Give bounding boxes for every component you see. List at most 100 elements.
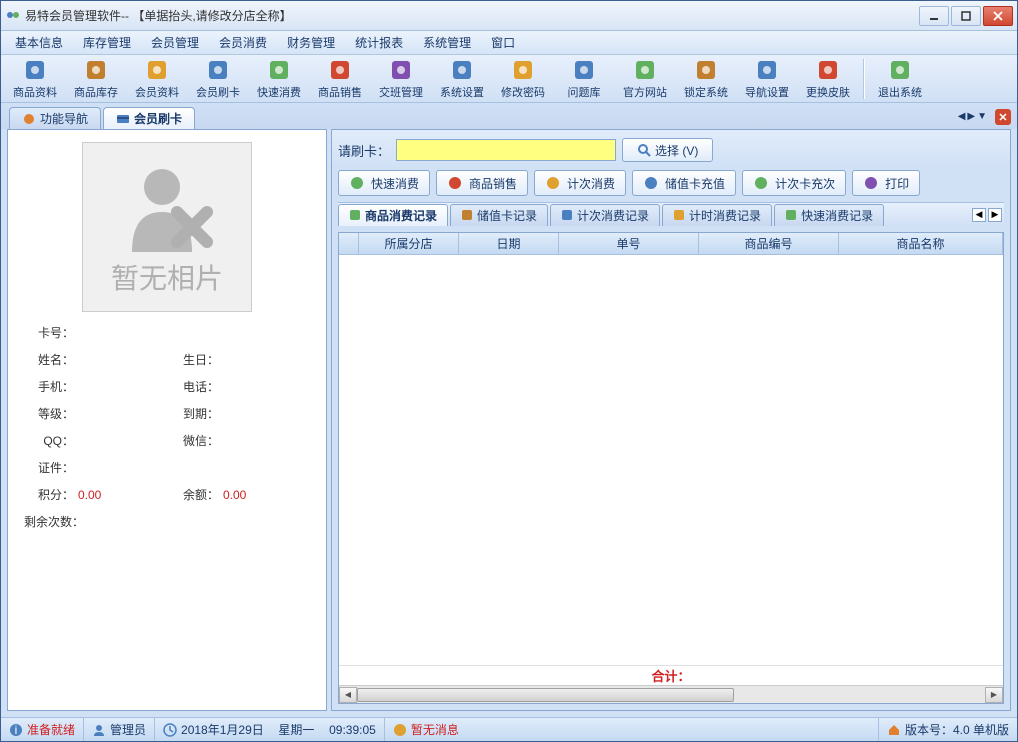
toolbar-fast-consume-icon	[267, 58, 291, 82]
status-user: 管理员	[84, 718, 155, 741]
tab-next[interactable]: ▶	[967, 111, 975, 122]
toolbar: 商品资料商品库存会员资料会员刷卡快速消费商品销售 交班管理系统设置修改密码问题库官…	[1, 55, 1017, 103]
close-button[interactable]	[983, 6, 1013, 26]
toolbar-member-info[interactable]: 会员资料	[127, 57, 187, 101]
swipe-card-input[interactable]	[396, 139, 616, 161]
menu-finance[interactable]: 财务管理	[277, 31, 345, 54]
toolbar-member-swipe[interactable]: 会员刷卡	[188, 57, 248, 101]
menu-member[interactable]: 会员管理	[141, 31, 209, 54]
label-birthday: 生日：	[169, 351, 219, 368]
tab-member-swipe[interactable]: 会员刷卡	[103, 107, 195, 129]
label-wechat: 微信：	[169, 432, 219, 449]
record-tab-0[interactable]: 商品消费记录	[338, 204, 448, 226]
btn-goods-sale-icon	[447, 175, 463, 191]
toolbar-goods-info[interactable]: 商品资料	[5, 57, 65, 101]
member-photo: 暂无相片	[82, 142, 252, 312]
th-selector[interactable]	[339, 233, 359, 254]
btn-add-count[interactable]: 计次卡充次	[742, 170, 846, 196]
user-icon	[92, 723, 106, 737]
nav-icon	[22, 112, 36, 126]
val-phone	[223, 380, 310, 394]
menu-stock[interactable]: 库存管理	[73, 31, 141, 54]
menu-window[interactable]: 窗口	[481, 31, 525, 54]
card-icon	[116, 112, 130, 126]
toolbar-member-info-label: 会员资料	[135, 84, 179, 100]
btn-count-consume[interactable]: 计次消费	[534, 170, 626, 196]
record-tab-0-label: 商品消费记录	[365, 207, 437, 224]
toolbar-nav-settings[interactable]: 导航设置	[737, 57, 797, 101]
tab-dropdown[interactable]: ▼	[977, 111, 987, 122]
maximize-button[interactable]	[951, 6, 981, 26]
th-goods-code[interactable]: 商品编号	[699, 233, 839, 254]
select-member-button[interactable]: 选择 (V)	[622, 138, 713, 162]
toolbar-exit-icon	[888, 58, 912, 82]
toolbar-separator	[863, 59, 865, 99]
btn-recharge[interactable]: 储值卡充值	[632, 170, 736, 196]
action-buttons-row: 快速消费商品销售计次消费储值卡充值 计次卡充次 打印	[338, 170, 1004, 196]
record-tab-2[interactable]: 计次消费记录	[550, 204, 660, 226]
btn-fast-consume[interactable]: 快速消费	[338, 170, 430, 196]
val-card-no	[78, 326, 165, 340]
th-date[interactable]: 日期	[459, 233, 559, 254]
btn-goods-sale[interactable]: 商品销售	[436, 170, 528, 196]
rec-tab-prev[interactable]: ◀	[972, 208, 986, 222]
record-tab-2-label: 计次消费记录	[577, 207, 649, 224]
toolbar-goods-stock-icon	[84, 58, 108, 82]
toolbar-lock-label: 锁定系统	[684, 84, 728, 100]
horizontal-scrollbar[interactable]: ◀ ▶	[339, 685, 1003, 703]
toolbar-member-info-icon	[145, 58, 169, 82]
menu-basic-info[interactable]: 基本信息	[5, 31, 73, 54]
btn-print[interactable]: 打印	[852, 170, 920, 196]
toolbar-faq[interactable]: 问题库	[554, 57, 614, 101]
label-idcard: 证件：	[24, 459, 74, 476]
toolbar-goods-info-icon	[23, 58, 47, 82]
record-tab-4-icon	[785, 209, 797, 221]
record-tab-3[interactable]: 计时消费记录	[662, 204, 772, 226]
val-idcard	[78, 461, 165, 475]
btn-recharge-icon	[643, 175, 659, 191]
th-bill-no[interactable]: 单号	[559, 233, 699, 254]
toolbar-goods-sale-label: 商品销售	[318, 84, 362, 100]
toolbar-official-site[interactable]: 官方网站	[615, 57, 675, 101]
val-remain	[169, 515, 219, 529]
record-tab-1[interactable]: 储值卡记录	[450, 204, 548, 226]
scroll-left-button[interactable]: ◀	[339, 687, 357, 703]
toolbar-change-pwd[interactable]: 修改密码	[493, 57, 553, 101]
minimize-button[interactable]	[919, 6, 949, 26]
toolbar-lock[interactable]: 锁定系统	[676, 57, 736, 101]
rec-tab-next[interactable]: ▶	[988, 208, 1002, 222]
toolbar-goods-sale[interactable]: 商品销售	[310, 57, 370, 101]
toolbar-shift-label: 交班管理	[379, 84, 423, 100]
toolbar-shift[interactable]: 交班管理	[371, 57, 431, 101]
btn-print-label: 打印	[885, 175, 909, 192]
toolbar-exit[interactable]: 退出系统	[870, 57, 930, 101]
tab-close-button[interactable]: ✕	[995, 109, 1011, 125]
statusbar: i 准备就绪 管理员 2018年1月29日 星期一 09:39:05 暂无消息 …	[1, 717, 1017, 741]
transaction-panel: 请刷卡： 选择 (V) 快速消费商品销售计次消费储值卡充值计次卡充次打印 商品消…	[331, 129, 1011, 711]
th-goods-name[interactable]: 商品名称	[839, 233, 1003, 254]
toolbar-official-site-label: 官方网站	[623, 84, 667, 100]
app-window: 易特会员管理软件-- 【单据抬头,请修改分店全称】 基本信息 库存管理 会员管理…	[0, 0, 1018, 742]
toolbar-skin[interactable]: 更换皮肤	[798, 57, 858, 101]
toolbar-goods-stock[interactable]: 商品库存	[66, 57, 126, 101]
toolbar-fast-consume[interactable]: 快速消费	[249, 57, 309, 101]
tab-nav-home[interactable]: 功能导航	[9, 107, 101, 129]
menu-report[interactable]: 统计报表	[345, 31, 413, 54]
btn-add-count-label: 计次卡充次	[775, 175, 835, 192]
menu-system[interactable]: 系统管理	[413, 31, 481, 54]
menubar: 基本信息 库存管理 会员管理 会员消费 财务管理 统计报表 系统管理 窗口	[1, 31, 1017, 55]
tab-prev[interactable]: ◀	[958, 111, 966, 122]
record-tab-4[interactable]: 快速消费记录	[774, 204, 884, 226]
window-title: 易特会员管理软件-- 【单据抬头,请修改分店全称】	[25, 7, 919, 24]
record-tab-2-icon	[561, 209, 573, 221]
toolbar-official-site-icon	[633, 58, 657, 82]
titlebar: 易特会员管理软件-- 【单据抬头,请修改分店全称】	[1, 1, 1017, 31]
table-total-row: 合计：	[339, 665, 1003, 685]
menu-consume[interactable]: 会员消费	[209, 31, 277, 54]
scroll-track[interactable]	[357, 687, 985, 703]
tab-label: 会员刷卡	[134, 110, 182, 127]
th-branch[interactable]: 所属分店	[359, 233, 459, 254]
scroll-right-button[interactable]: ▶	[985, 687, 1003, 703]
toolbar-system-settings[interactable]: 系统设置	[432, 57, 492, 101]
scroll-thumb[interactable]	[357, 688, 734, 702]
